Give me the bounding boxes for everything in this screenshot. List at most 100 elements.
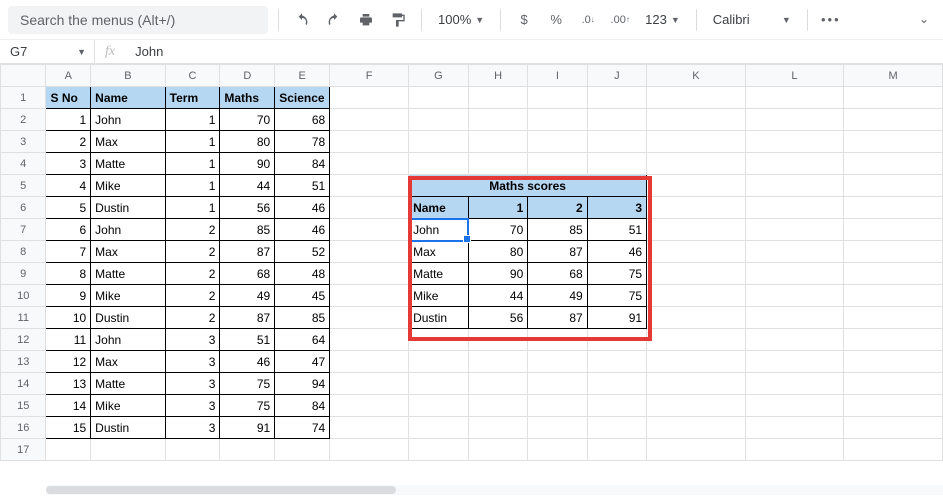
cell-G16[interactable] [409, 417, 469, 439]
cell-K6[interactable] [647, 197, 746, 219]
select-all-corner[interactable] [1, 65, 46, 87]
cell-B14[interactable]: Matte [91, 373, 166, 395]
cell-F14[interactable] [330, 373, 409, 395]
currency-button[interactable]: $ [511, 7, 537, 33]
cell-F7[interactable] [330, 219, 409, 241]
cell-D1[interactable]: Maths [220, 87, 275, 109]
cell-C9[interactable]: 2 [165, 263, 220, 285]
cell-B5[interactable]: Mike [91, 175, 166, 197]
cell-L12[interactable] [745, 329, 844, 351]
cell-G13[interactable] [409, 351, 469, 373]
cell-L14[interactable] [745, 373, 844, 395]
cell-E4[interactable]: 84 [275, 153, 330, 175]
cell-J15[interactable] [587, 395, 646, 417]
cell-C14[interactable]: 3 [165, 373, 220, 395]
cell-G7[interactable]: John [409, 219, 469, 241]
cell-B3[interactable]: Max [91, 131, 166, 153]
cell-M7[interactable] [844, 219, 943, 241]
cell-M1[interactable] [844, 87, 943, 109]
cell-A3[interactable]: 2 [46, 131, 91, 153]
cell-K1[interactable] [647, 87, 746, 109]
cell-J13[interactable] [587, 351, 646, 373]
cell-B8[interactable]: Max [91, 241, 166, 263]
cell-A13[interactable]: 12 [46, 351, 91, 373]
cell-C8[interactable]: 2 [165, 241, 220, 263]
cell-K17[interactable] [647, 439, 746, 461]
cell-L15[interactable] [745, 395, 844, 417]
cell-A12[interactable]: 11 [46, 329, 91, 351]
cell-I14[interactable] [528, 373, 587, 395]
row-header-8[interactable]: 8 [1, 241, 46, 263]
cell-K16[interactable] [647, 417, 746, 439]
cell-L16[interactable] [745, 417, 844, 439]
cell-L3[interactable] [745, 131, 844, 153]
cell-H11[interactable]: 56 [468, 307, 527, 329]
redo-button[interactable] [321, 7, 347, 33]
cell-H7[interactable]: 70 [468, 219, 527, 241]
row-header-3[interactable]: 3 [1, 131, 46, 153]
scrollbar-thumb[interactable] [46, 486, 396, 494]
cell-L11[interactable] [745, 307, 844, 329]
cell-C13[interactable]: 3 [165, 351, 220, 373]
column-header-E[interactable]: E [275, 65, 330, 87]
cell-H13[interactable] [468, 351, 527, 373]
cell-G3[interactable] [409, 131, 469, 153]
cell-A5[interactable]: 4 [46, 175, 91, 197]
cell-F13[interactable] [330, 351, 409, 373]
cell-I7[interactable]: 85 [528, 219, 587, 241]
cell-D9[interactable]: 68 [220, 263, 275, 285]
cell-B15[interactable]: Mike [91, 395, 166, 417]
paint-format-button[interactable] [385, 7, 411, 33]
cell-F6[interactable] [330, 197, 409, 219]
cell-F5[interactable] [330, 175, 409, 197]
cell-F1[interactable] [330, 87, 409, 109]
cell-B7[interactable]: John [91, 219, 166, 241]
cell-D4[interactable]: 90 [220, 153, 275, 175]
column-header-D[interactable]: D [220, 65, 275, 87]
cell-C7[interactable]: 2 [165, 219, 220, 241]
cell-D11[interactable]: 87 [220, 307, 275, 329]
cell-K12[interactable] [647, 329, 746, 351]
column-header-H[interactable]: H [468, 65, 527, 87]
cell-E13[interactable]: 47 [275, 351, 330, 373]
cell-I1[interactable] [528, 87, 587, 109]
cell-K9[interactable] [647, 263, 746, 285]
cell-K14[interactable] [647, 373, 746, 395]
cell-C6[interactable]: 1 [165, 197, 220, 219]
print-button[interactable] [353, 7, 379, 33]
cell-B16[interactable]: Dustin [91, 417, 166, 439]
cell-G1[interactable] [409, 87, 469, 109]
cell-D2[interactable]: 70 [220, 109, 275, 131]
cell-M4[interactable] [844, 153, 943, 175]
cell-D17[interactable] [220, 439, 275, 461]
cell-I16[interactable] [528, 417, 587, 439]
cell-J17[interactable] [587, 439, 646, 461]
cell-F4[interactable] [330, 153, 409, 175]
cell-C10[interactable]: 2 [165, 285, 220, 307]
cell-H8[interactable]: 80 [468, 241, 527, 263]
cell-L7[interactable] [745, 219, 844, 241]
cell-J3[interactable] [587, 131, 646, 153]
cell-F3[interactable] [330, 131, 409, 153]
cell-J16[interactable] [587, 417, 646, 439]
cell-G4[interactable] [409, 153, 469, 175]
cell-D8[interactable]: 87 [220, 241, 275, 263]
row-header-12[interactable]: 12 [1, 329, 46, 351]
cell-H2[interactable] [468, 109, 527, 131]
cell-F10[interactable] [330, 285, 409, 307]
cell-J2[interactable] [587, 109, 646, 131]
cell-I17[interactable] [528, 439, 587, 461]
cell-A10[interactable]: 9 [46, 285, 91, 307]
cell-K11[interactable] [647, 307, 746, 329]
cell-H3[interactable] [468, 131, 527, 153]
cell-M17[interactable] [844, 439, 943, 461]
cell-F2[interactable] [330, 109, 409, 131]
cell-I6[interactable]: 2 [528, 197, 587, 219]
horizontal-scrollbar[interactable] [46, 485, 943, 495]
cell-J10[interactable]: 75 [587, 285, 646, 307]
cell-B6[interactable]: Dustin [91, 197, 166, 219]
cell-F8[interactable] [330, 241, 409, 263]
cell-I12[interactable] [528, 329, 587, 351]
cell-G15[interactable] [409, 395, 469, 417]
cell-J6[interactable]: 3 [587, 197, 646, 219]
